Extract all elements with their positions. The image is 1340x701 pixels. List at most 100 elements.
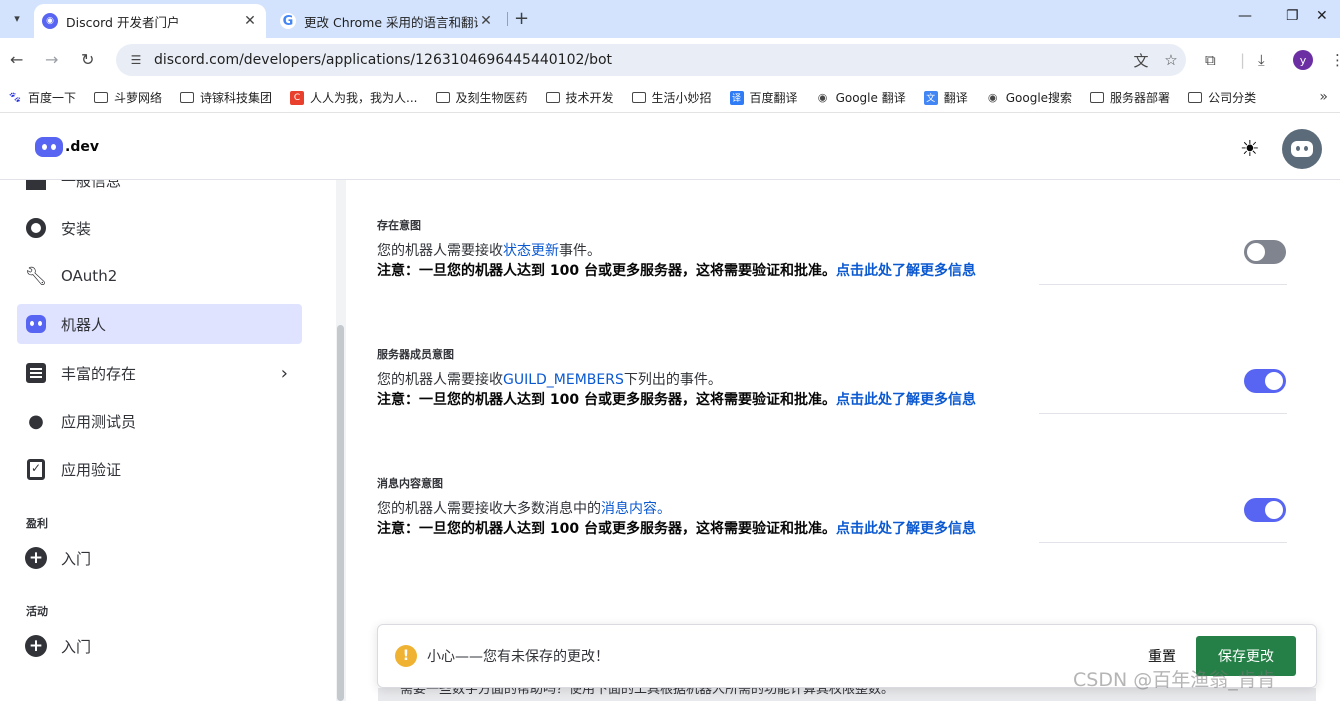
toolbar-divider: | xyxy=(1240,51,1246,69)
learn-more-link[interactable]: 点击此处了解更多信息 xyxy=(836,521,976,537)
reload-icon[interactable]: ↻ xyxy=(81,50,94,69)
folder-icon xyxy=(631,92,646,104)
bookmark-item[interactable]: 文翻译 xyxy=(923,89,968,106)
address-bar[interactable]: ☰ discord.com/developers/applications/12… xyxy=(116,44,1186,76)
divider xyxy=(1039,413,1287,414)
intent-server-members: 服务器成员意图 您的机器人需要接收GUILD_MEMBERS下列出的事件。 注意… xyxy=(377,346,1318,410)
clipboard-check-icon xyxy=(25,458,47,480)
gear-icon xyxy=(25,217,47,239)
back-icon[interactable]: ← xyxy=(10,50,23,69)
intent-description: 您的机器人需要接收GUILD_MEMBERS下列出的事件。 xyxy=(377,372,722,388)
browser-toolbar: ← → ↻ ☰ discord.com/developers/applicati… xyxy=(0,38,1340,83)
sidebar-item-label: 机器人 xyxy=(61,315,107,334)
restore-icon[interactable]: ❐ xyxy=(1286,8,1299,24)
bookmark-item[interactable]: 译百度翻译 xyxy=(729,89,798,106)
divider xyxy=(1039,284,1287,285)
divider xyxy=(1039,542,1287,543)
google-icon: G xyxy=(280,13,296,29)
bookmark-label: 百度一下 xyxy=(28,91,77,105)
intent-description: 您的机器人需要接收大多数消息中的消息内容。 xyxy=(377,501,671,517)
dev-logo[interactable]: .dev xyxy=(35,137,99,157)
sidebar-item-label: 入门 xyxy=(61,637,92,656)
minimize-icon[interactable]: — xyxy=(1238,8,1252,24)
bookmark-item[interactable]: ◉ Google搜索 xyxy=(986,89,1072,106)
tab-discord[interactable]: ◉ Discord 开发者门户 ✕ xyxy=(34,4,266,38)
intent-title: 服务器成员意图 xyxy=(377,348,454,361)
url-text[interactable]: discord.com/developers/applications/1263… xyxy=(154,52,1126,68)
watermark: CSDN @百年渔翁_肯肯 xyxy=(1073,669,1276,691)
sun-icon[interactable]: ☀ xyxy=(1240,137,1260,162)
user-avatar[interactable] xyxy=(1282,129,1322,169)
sidebar-item-label: 应用验证 xyxy=(61,460,122,479)
close-icon[interactable]: ✕ xyxy=(478,13,494,29)
intent-desc-link[interactable]: GUILD_MEMBERS xyxy=(503,372,624,388)
star-icon[interactable]: ☆ xyxy=(1156,51,1186,69)
intent-note: 注意：一旦您的机器人达到 100 台或更多服务器，这将需要验证和批准。点击此处了… xyxy=(377,392,976,408)
bookmark-item[interactable]: 诗镓科技集团 xyxy=(180,89,272,106)
learn-more-link[interactable]: 点击此处了解更多信息 xyxy=(836,392,976,408)
bookmark-item[interactable]: 及刻生物医药 xyxy=(435,89,528,106)
bookmark-label: 技术开发 xyxy=(565,91,614,105)
sidebar-item-app-verification[interactable]: 应用验证 xyxy=(17,449,302,489)
bookmark-item[interactable]: ◉ Google 翻译 xyxy=(816,89,906,106)
reset-button[interactable]: 重置 xyxy=(1148,646,1176,666)
bookmarks-overflow-icon[interactable]: » xyxy=(1319,89,1328,105)
bookmark-item[interactable]: 公司分类 xyxy=(1188,89,1256,106)
bookmark-label: Google 翻译 xyxy=(835,91,906,105)
sidebar-item-installation[interactable]: 安装 xyxy=(17,208,302,248)
chevron-right-icon: › xyxy=(280,362,288,384)
bookmark-label: 百度翻译 xyxy=(749,91,798,105)
window-close-icon[interactable]: ✕ xyxy=(1316,8,1328,24)
sidebar-item-activities-getting-started[interactable]: + 入门 xyxy=(17,626,302,666)
translate-icon[interactable]: 文 xyxy=(1126,50,1156,71)
presence-intent-toggle[interactable] xyxy=(1244,240,1286,264)
bookmark-item[interactable]: 服务器部署 xyxy=(1090,89,1170,106)
sidebar-item-label: 丰富的存在 xyxy=(61,364,137,383)
tab-chrome-language[interactable]: G 更改 Chrome 采用的语言和翻译 ✕ xyxy=(272,4,502,38)
intent-presence: 存在意图 您的机器人需要接收状态更新事件。 注意：一旦您的机器人达到 100 台… xyxy=(377,217,1318,281)
baidu-icon: 🐾︎ xyxy=(8,91,22,104)
globe-icon: ◉ xyxy=(987,91,998,104)
bookmark-item[interactable]: 斗萝网络 xyxy=(94,89,162,106)
discord-logo-icon xyxy=(35,137,63,157)
sidebar-item-general-info[interactable]: 一般信息 xyxy=(17,180,302,200)
message-content-intent-toggle[interactable] xyxy=(1244,498,1286,522)
bookmark-item[interactable]: 生活小妙招 xyxy=(631,89,712,106)
main-content: 存在意图 您的机器人需要接收状态更新事件。 注意：一旦您的机器人达到 100 台… xyxy=(346,180,1340,701)
bookmark-item[interactable]: C 人人为我，我为人... xyxy=(290,89,418,106)
tab-search-icon[interactable]: ▾ xyxy=(6,7,28,29)
server-members-intent-toggle[interactable] xyxy=(1244,369,1286,393)
learn-more-link[interactable]: 点击此处了解更多信息 xyxy=(836,263,976,279)
sidebar-item-app-testers[interactable]: ● 应用测试员 xyxy=(17,401,302,441)
sidebar-item-rich-presence[interactable]: 丰富的存在 › xyxy=(17,353,302,393)
extensions-icon[interactable]: ⧉ xyxy=(1205,51,1216,69)
bookmark-item[interactable]: 🐾︎ 百度一下 xyxy=(8,89,76,106)
globe-icon: ◉ xyxy=(817,91,828,104)
person-icon: ● xyxy=(28,410,44,432)
bookmark-label: 人人为我，我为人... xyxy=(310,91,418,105)
sidebar-section-monetization: 盈利 xyxy=(26,517,48,530)
sidebar-scrollbar[interactable] xyxy=(337,325,344,701)
google-translate-icon: 文 xyxy=(923,90,938,105)
folder-icon xyxy=(435,92,450,104)
folder-icon xyxy=(180,92,195,104)
list-icon xyxy=(25,362,47,384)
intent-desc-link[interactable]: 状态更新 xyxy=(503,243,559,259)
profile-avatar[interactable]: y xyxy=(1293,50,1313,70)
menu-icon[interactable]: ⋮ xyxy=(1330,51,1340,69)
download-icon[interactable]: ⤓ xyxy=(1258,51,1265,69)
sidebar-item-bot[interactable]: 机器人 xyxy=(17,304,302,344)
new-tab-icon[interactable]: + xyxy=(514,8,529,29)
intent-desc-link[interactable]: 消息内容。 xyxy=(601,501,671,517)
sidebar-item-monetization-getting-started[interactable]: + 入门 xyxy=(17,538,302,578)
bookmark-label: 生活小妙招 xyxy=(651,91,712,105)
sidebar-item-oauth2[interactable]: 🔧︎ OAuth2 xyxy=(17,256,302,296)
bookmark-item[interactable]: 技术开发 xyxy=(545,89,614,106)
forward-icon[interactable]: → xyxy=(45,50,58,69)
site-info-icon[interactable]: ☰ xyxy=(122,53,150,67)
bookmark-label: 及刻生物医药 xyxy=(455,91,528,105)
sidebar: 一般信息 安装 🔧︎ OAuth2 机器人 丰富的存在 › ● 应用测试员 应用… xyxy=(0,180,346,701)
sidebar-section-activities: 活动 xyxy=(26,605,48,618)
close-icon[interactable]: ✕ xyxy=(242,13,258,29)
bookmark-label: 翻译 xyxy=(943,91,968,105)
